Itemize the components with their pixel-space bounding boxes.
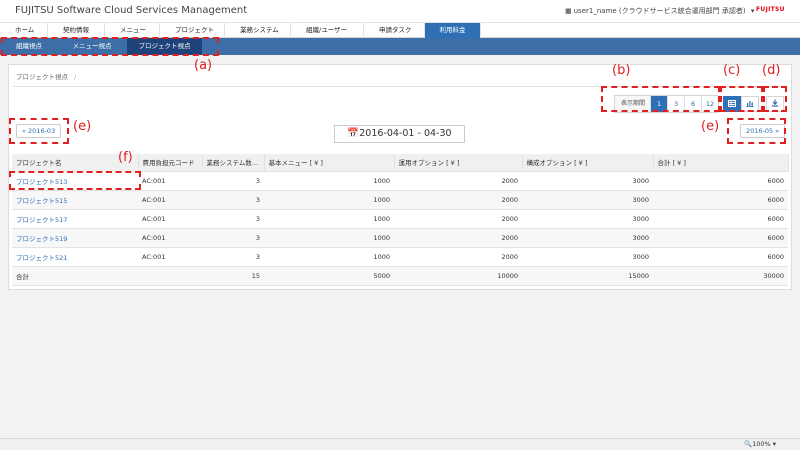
nav-business-system[interactable]: 業務システム — [225, 23, 291, 38]
cell-config: 3000 — [522, 171, 653, 191]
app-title: FUJITSU Software Cloud Services Manageme… — [15, 5, 248, 16]
nav-org-user[interactable]: 組織/ユーザー — [291, 23, 364, 38]
cell-code — [138, 266, 202, 286]
nav-contract[interactable]: 契約情報 — [48, 23, 105, 38]
annotation-box-f — [9, 171, 141, 190]
cell-systems: 3 — [202, 171, 264, 191]
cell-code: AC:001 — [138, 171, 202, 191]
breadcrumb: プロジェクト視点 / — [16, 71, 76, 81]
nav-request-task[interactable]: 申請タスク — [364, 23, 425, 38]
project-link[interactable]: プロジェクト521 — [12, 247, 138, 267]
annotation-box-e-next — [727, 118, 786, 144]
total-ops: 10000 — [394, 266, 522, 286]
cell-code: AC:001 — [138, 209, 202, 229]
status-bar: 🔍100% ▾ — [0, 438, 800, 450]
total-total: 30000 — [653, 266, 788, 286]
col-cost-code[interactable]: 費用負担元コード — [138, 154, 203, 172]
zoom-control[interactable]: 🔍100% ▾ — [744, 440, 776, 448]
nav-project[interactable]: プロジェクト — [160, 23, 225, 38]
table-total-row: 合計 15 5000 10000 15000 30000 — [12, 266, 788, 286]
cell-ops: 2000 — [394, 171, 522, 191]
fujitsu-logo: FUJITSU — [756, 6, 785, 13]
cell-ops: 2000 — [394, 190, 522, 210]
annotation-label-b: (b) — [612, 63, 631, 78]
cell-config: 3000 — [522, 247, 653, 267]
zoom-icon: 🔍 — [743, 440, 753, 448]
chevron-down-icon: ▾ — [770, 440, 776, 448]
user-icon: ■ — [565, 7, 572, 15]
calendar-icon: 📅 — [347, 128, 360, 139]
cell-config: 3000 — [522, 190, 653, 210]
cell-systems: 3 — [202, 209, 264, 229]
annotation-label-f: (f) — [118, 150, 133, 165]
nav-home[interactable]: ホーム — [0, 23, 48, 38]
table-row: プロジェクト521 AC:001 3 1000 2000 3000 6000 — [12, 247, 788, 267]
annotation-label-e-next: (e) — [701, 119, 720, 134]
table-row: プロジェクト515 AC:001 3 1000 2000 3000 6000 — [12, 190, 788, 210]
user-label: user1_name (クラウドサービス統合運用部門 承認者) — [573, 7, 746, 15]
project-link[interactable]: プロジェクト517 — [12, 209, 138, 229]
cell-ops: 2000 — [394, 209, 522, 229]
cell-base: 1000 — [264, 171, 394, 191]
cell-base: 1000 — [264, 209, 394, 229]
annotation-box-b — [601, 86, 720, 112]
zoom-level: 100% — [752, 440, 771, 448]
main-nav: ホーム 契約情報 メニュー プロジェクト 業務システム 組織/ユーザー 申請タス… — [0, 22, 800, 38]
annotation-box-e-prev — [9, 118, 69, 144]
total-config: 15000 — [522, 266, 653, 286]
caret-down-icon: ▾ — [750, 7, 755, 15]
breadcrumb-separator: / — [74, 73, 77, 81]
col-ops-option[interactable]: 運用オプション [ ¥ ] — [394, 154, 523, 172]
annotation-label-a: (a) — [194, 58, 213, 73]
nav-usage-fee[interactable]: 利用料金 — [425, 23, 481, 38]
date-range: 📅2016-04-01 - 04-30 — [334, 125, 465, 143]
cell-config: 3000 — [522, 228, 653, 248]
cell-ops: 2000 — [394, 247, 522, 267]
table-row: プロジェクト519 AC:001 3 1000 2000 3000 6000 — [12, 228, 788, 248]
col-config-option[interactable]: 構成オプション [ ¥ ] — [522, 154, 654, 172]
cell-base: 1000 — [264, 247, 394, 267]
annotation-box-d — [763, 86, 787, 112]
annotation-box-c — [720, 86, 763, 112]
col-base-menu[interactable]: 基本メニュー [ ¥ ] — [264, 154, 395, 172]
annotation-box-a — [1, 37, 219, 56]
table-row: プロジェクト517 AC:001 3 1000 2000 3000 6000 — [12, 209, 788, 229]
cell-base: 1000 — [264, 228, 394, 248]
date-range-text: 2016-04-01 - 04-30 — [359, 128, 452, 139]
nav-menu[interactable]: メニュー — [105, 23, 160, 38]
total-label: 合計 — [12, 266, 138, 286]
cell-total: 6000 — [653, 247, 788, 267]
project-link[interactable]: プロジェクト519 — [12, 228, 138, 248]
cell-total: 6000 — [653, 190, 788, 210]
cell-total: 6000 — [653, 171, 788, 191]
cell-systems: 3 — [202, 228, 264, 248]
cell-base: 1000 — [264, 190, 394, 210]
cell-config: 3000 — [522, 209, 653, 229]
cell-code: AC:001 — [138, 228, 202, 248]
user-menu[interactable]: ■ user1_name (クラウドサービス統合運用部門 承認者) ▾ — [565, 6, 754, 16]
col-system-count[interactable]: 業務システム数… — [202, 154, 265, 172]
cell-code: AC:001 — [138, 190, 202, 210]
cell-systems: 3 — [202, 190, 264, 210]
breadcrumb-current: プロジェクト視点 — [16, 73, 68, 81]
annotation-label-e-prev: (e) — [73, 119, 92, 134]
annotation-label-d: (d) — [762, 63, 781, 78]
project-link[interactable]: プロジェクト515 — [12, 190, 138, 210]
total-systems: 15 — [202, 266, 264, 286]
col-total[interactable]: 合計 [ ¥ ] — [653, 154, 789, 172]
cell-total: 6000 — [653, 209, 788, 229]
total-base: 5000 — [264, 266, 394, 286]
cell-total: 6000 — [653, 228, 788, 248]
annotation-label-c: (c) — [723, 63, 741, 78]
cell-systems: 3 — [202, 247, 264, 267]
cell-code: AC:001 — [138, 247, 202, 267]
top-bar: FUJITSU Software Cloud Services Manageme… — [0, 0, 800, 22]
cell-ops: 2000 — [394, 228, 522, 248]
